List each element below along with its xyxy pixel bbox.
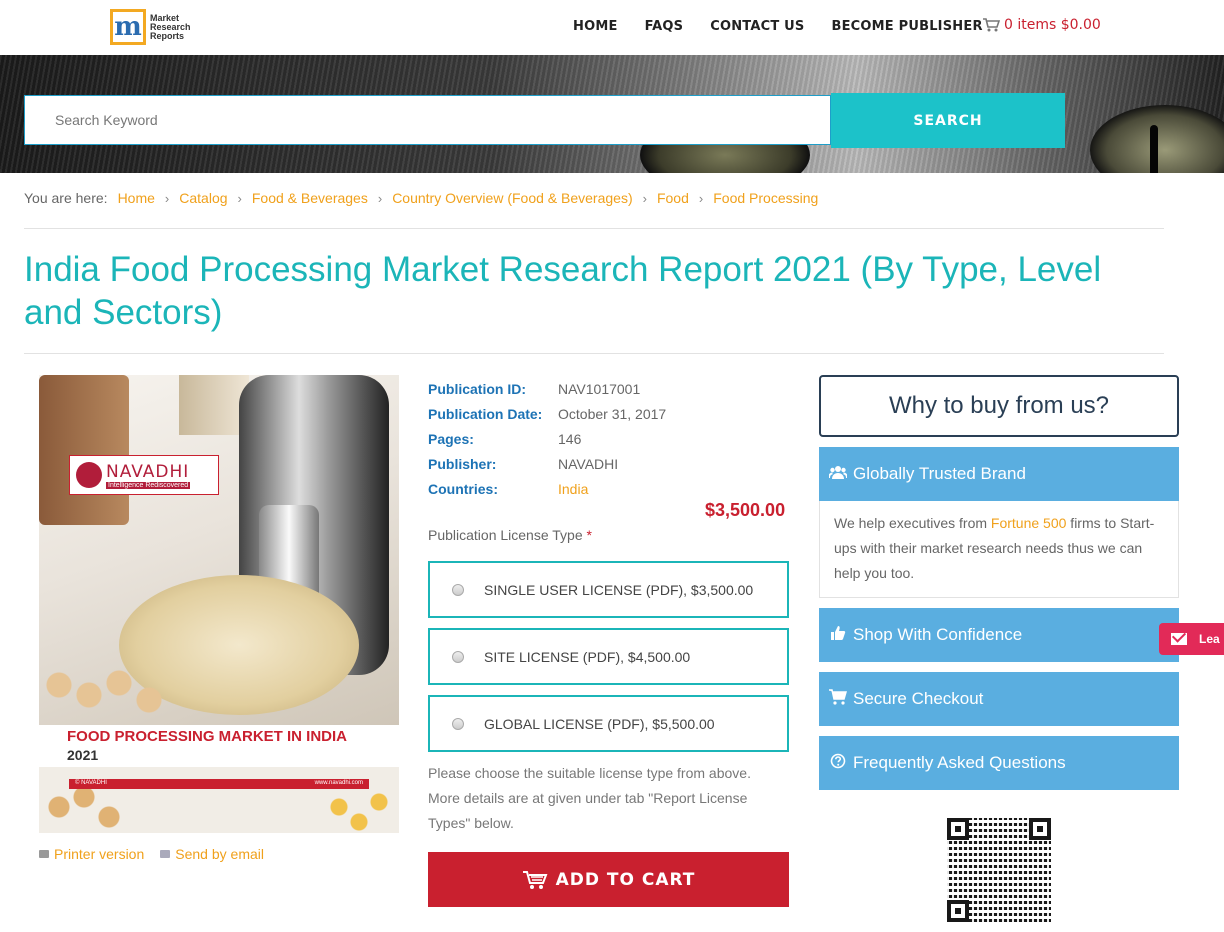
breadcrumb-catalog[interactable]: Catalog [179,190,227,206]
add-to-cart-button[interactable]: ADD TO CART [428,852,789,907]
license-radio[interactable] [452,650,464,663]
faq-title: Frequently Asked Questions [853,753,1066,772]
publication-date-label: Publication Date: [428,405,543,422]
logo-mark: m [110,9,146,45]
pages-value: 146 [558,430,582,447]
send-by-email-link[interactable]: Send by email [160,846,264,862]
cover-year: 2021 [67,747,99,763]
license-option-global[interactable]: GLOBAL LICENSE (PDF), $5,500.00 [428,695,789,752]
faq-panel[interactable]: Frequently Asked Questions [819,736,1179,790]
cover-brand-logo: NAVADHI Intelligence Rediscovered [69,455,219,495]
nav-contact-us[interactable]: CONTACT US [710,19,804,34]
main-nav: HOME FAQS CONTACT US BECOME PUBLISHER [573,19,983,34]
publication-date-value: October 31, 2017 [558,405,667,422]
globally-trusted-brand-panel[interactable]: Globally Trusted Brand [819,447,1179,501]
detail-row: Publication Date: October 31, 2017 [428,401,666,426]
search-input[interactable]: Search Keyword [24,95,831,145]
required-mark: * [586,527,592,543]
divider [24,228,1164,229]
chevron-right-icon: › [698,190,704,206]
license-option-label: GLOBAL LICENSE (PDF), $5,500.00 [484,715,715,732]
detail-row: Publisher: NAVADHI [428,451,666,476]
license-radio[interactable] [452,583,464,596]
secure-checkout-title: Secure Checkout [853,689,984,708]
breadcrumb: You are here: Home › Catalog › Food & Be… [24,190,818,206]
pages-label: Pages: [428,430,474,447]
chevron-right-icon: › [377,190,383,206]
chevron-right-icon: › [237,190,242,206]
breadcrumb-food-beverages[interactable]: Food & Beverages [252,190,368,206]
license-option-label: SINGLE USER LICENSE (PDF), $3,500.00 [484,581,754,598]
chevron-right-icon: › [164,190,170,206]
printer-icon [39,850,49,858]
brand-desc-text: We help executives from [834,515,991,531]
search-button[interactable]: SEARCH [831,93,1065,148]
publisher-value: NAVADHI [558,455,619,472]
fortune-500-link[interactable]: Fortune 500 [991,515,1067,531]
license-note: Please choose the suitable license type … [428,765,751,831]
cart-icon [983,18,1000,32]
envelope-icon [1171,633,1187,645]
breadcrumb-country-overview[interactable]: Country Overview (Food & Beverages) [392,190,632,206]
country-link-india[interactable]: India [558,481,588,497]
detail-row: Publication ID: NAV1017001 [428,376,666,401]
publication-id-label: Publication ID: [428,380,526,397]
license-type-label: Publication License Type * [428,527,592,543]
site-logo[interactable]: m Market Research Reports [110,8,194,46]
detail-row: Countries: India [428,476,666,501]
cover-links: Printer version Send by email [39,846,264,862]
detail-row: Pages: 146 [428,426,666,451]
add-to-cart-label: ADD TO CART [555,869,696,890]
cart-icon [829,688,847,710]
cart-summary: 0 items $0.00 [1004,17,1101,33]
publication-details: Publication ID: NAV1017001 Publication D… [428,376,666,501]
breadcrumb-label: You are here: [24,190,108,206]
nav-become-publisher[interactable]: BECOME PUBLISHER [831,19,982,34]
question-circle-icon [829,753,847,774]
license-radio[interactable] [452,717,464,730]
page-title: India Food Processing Market Research Re… [24,250,1102,332]
logo-text: Market Research Reports [150,12,191,41]
breadcrumb-home[interactable]: Home [118,190,155,206]
divider [24,353,1164,354]
chevron-right-icon: › [642,190,647,206]
report-price: $3,500.00 [705,500,786,520]
cart-link[interactable]: 0 items $0.00 [982,17,1101,33]
qr-code [947,818,1051,922]
cover-brand-tagline: Intelligence Rediscovered [106,481,191,489]
license-option-site[interactable]: SITE LICENSE (PDF), $4,500.00 [428,628,789,685]
cover-brand-name: NAVADHI [106,461,190,482]
license-option-single-user[interactable]: SINGLE USER LICENSE (PDF), $3,500.00 [428,561,789,618]
why-buy-heading: Why to buy from us? [819,375,1179,437]
lead-form-tab[interactable]: Lea [1159,623,1224,655]
printer-version-link[interactable]: Printer version [39,846,144,862]
nav-faqs[interactable]: FAQS [645,19,684,34]
globally-trusted-brand-title: Globally Trusted Brand [853,464,1026,483]
cover-strip-left: © NAVADHI [75,780,107,786]
printer-version-label: Printer version [54,846,145,862]
shop-with-confidence-panel[interactable]: Shop With Confidence [819,608,1179,662]
lead-tab-label: Lea [1199,632,1220,646]
countries-label: Countries: [428,480,498,497]
cart-icon [522,870,548,889]
license-option-label: SITE LICENSE (PDF), $4,500.00 [484,648,691,665]
cover-heading: FOOD PROCESSING MARKET IN INDIA [67,728,348,745]
report-cover-image: NAVADHI Intelligence Rediscovered FOOD P… [39,375,399,833]
secure-checkout-panel[interactable]: Secure Checkout [819,672,1179,726]
users-icon [828,465,848,484]
top-navbar: m Market Research Reports HOME FAQS CONT… [0,0,1224,55]
shop-with-confidence-title: Shop With Confidence [853,625,1023,644]
send-by-email-label: Send by email [175,846,264,862]
nav-home[interactable]: HOME [573,19,618,34]
cover-strip: © NAVADHI www.navadhi.com [69,779,369,789]
license-type-text: Publication License Type [428,527,583,543]
breadcrumb-food-processing[interactable]: Food Processing [713,190,818,206]
cover-strip-right: www.navadhi.com [314,780,363,786]
email-icon [160,850,171,858]
globally-trusted-brand-desc: We help executives from Fortune 500 firm… [819,501,1179,598]
breadcrumb-food[interactable]: Food [657,190,689,206]
publication-id-value: NAV1017001 [558,380,641,397]
thumbs-up-icon [829,625,847,646]
publisher-label: Publisher: [428,455,497,472]
